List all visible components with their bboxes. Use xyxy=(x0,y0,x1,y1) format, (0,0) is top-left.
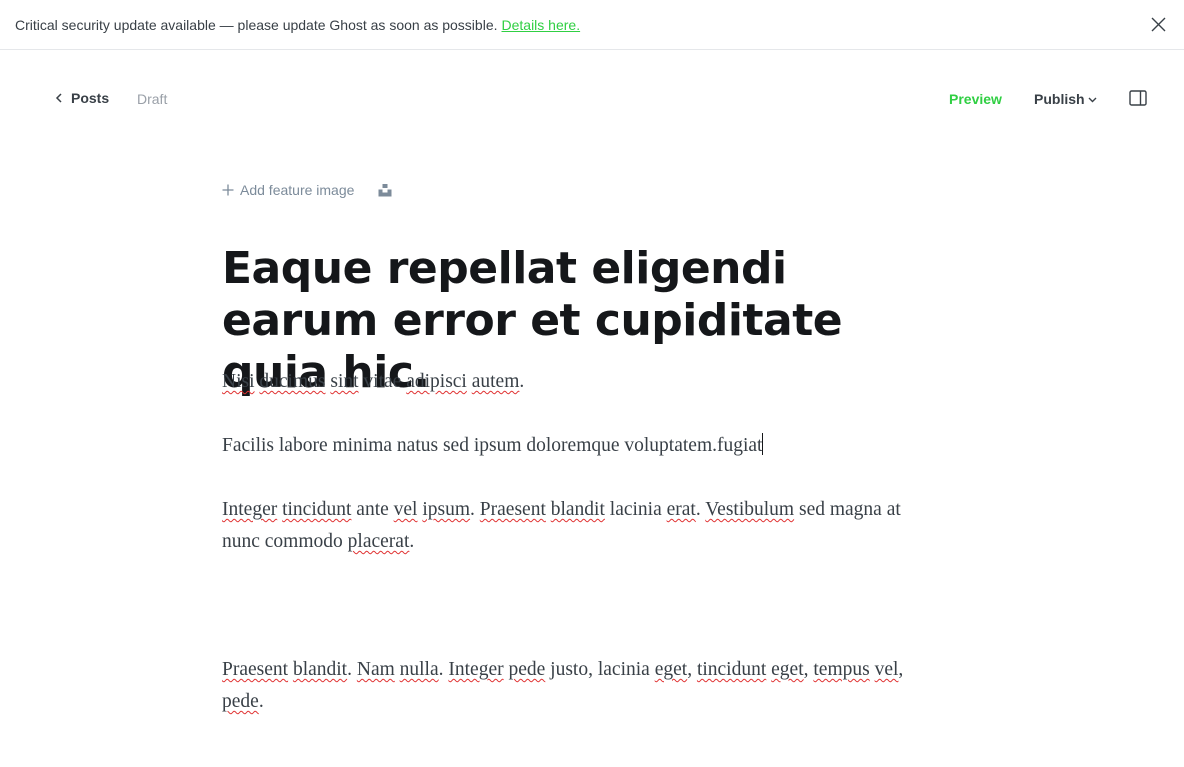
misspelled-word: vel xyxy=(393,499,418,520)
misspelled-word: sint xyxy=(330,371,359,392)
text-run: . xyxy=(470,499,480,520)
chevron-left-icon xyxy=(55,93,62,103)
paragraph-4[interactable]: Praesent blandit. Nam nulla. Integer ped… xyxy=(222,654,942,718)
text-run: . xyxy=(409,531,415,552)
misspelled-word: Praesent xyxy=(479,499,546,520)
misspelled-word: Integer xyxy=(222,499,278,520)
add-feature-image-label: Add feature image xyxy=(240,182,355,198)
misspelled-word: Nisi xyxy=(222,371,255,392)
add-feature-image-button[interactable]: Add feature image xyxy=(222,182,354,198)
text-run: , xyxy=(803,659,814,680)
misspelled-word: erat xyxy=(666,499,696,520)
chevron-down-icon xyxy=(1088,97,1097,103)
misspelled-word: autem xyxy=(471,371,520,392)
close-icon[interactable] xyxy=(1151,17,1166,32)
misspelled-word: Nam xyxy=(356,659,395,680)
misspelled-word: nulla xyxy=(399,659,439,680)
misspelled-word: adipisci xyxy=(406,371,467,392)
misspelled-word: tempus xyxy=(813,659,870,680)
publish-button[interactable]: Publish xyxy=(1034,91,1097,107)
paragraph-3[interactable]: Integer tincidunt ante vel ipsum. Praese… xyxy=(222,494,942,558)
text-run: Facilis labore minima natus sed ipsum do… xyxy=(222,435,763,456)
unsplash-icon[interactable] xyxy=(378,183,392,197)
misspelled-word: ipsum xyxy=(422,499,471,520)
security-alert-banner: Critical security update available — ple… xyxy=(0,0,1184,50)
text-run: . xyxy=(438,659,449,680)
text-run: . xyxy=(258,691,264,712)
misspelled-word: pede xyxy=(222,691,259,712)
paragraph-1[interactable]: Nisi ducimus sint vitae adipisci autem. xyxy=(222,366,942,398)
alert-details-link[interactable]: Details here. xyxy=(502,17,581,33)
preview-button[interactable]: Preview xyxy=(949,91,1002,107)
misspelled-word: eget xyxy=(771,659,804,680)
text-run: . xyxy=(347,659,357,680)
misspelled-word: placerat xyxy=(347,531,410,552)
misspelled-word: vel xyxy=(874,659,899,680)
misspelled-word: ducimus xyxy=(259,371,326,392)
post-status: Draft xyxy=(137,91,168,107)
feature-image-row: Add feature image xyxy=(222,182,392,198)
back-label: Posts xyxy=(71,90,110,106)
text-run: vitae xyxy=(358,371,407,392)
text-cursor xyxy=(762,433,764,455)
misspelled-word: blandit xyxy=(292,659,348,680)
editor-header: Posts Draft Preview Publish xyxy=(0,50,1184,148)
text-run: , xyxy=(687,659,697,680)
back-to-posts-link[interactable]: Posts xyxy=(55,90,109,106)
text-run: justo, lacinia xyxy=(545,659,655,680)
publish-label: Publish xyxy=(1034,91,1085,107)
plus-icon xyxy=(222,184,234,196)
misspelled-word: Vestibulum xyxy=(705,499,795,520)
misspelled-word: tincidunt xyxy=(696,659,767,680)
text-run: . xyxy=(519,371,525,392)
misspelled-word: Praesent xyxy=(222,659,289,680)
misspelled-word: pede xyxy=(508,659,546,680)
sidebar-toggle-icon[interactable] xyxy=(1129,90,1147,106)
text-run: ante xyxy=(351,499,394,520)
misspelled-word: Integer xyxy=(448,659,504,680)
misspelled-word: tincidunt xyxy=(282,499,352,520)
text-run: , xyxy=(898,659,904,680)
misspelled-word: blandit xyxy=(550,499,605,520)
paragraph-2[interactable]: Facilis labore minima natus sed ipsum do… xyxy=(222,430,942,462)
alert-message: Critical security update available — ple… xyxy=(15,16,498,33)
text-run: lacinia xyxy=(604,499,667,520)
misspelled-word: eget xyxy=(654,659,688,680)
text-run: . xyxy=(695,499,706,520)
